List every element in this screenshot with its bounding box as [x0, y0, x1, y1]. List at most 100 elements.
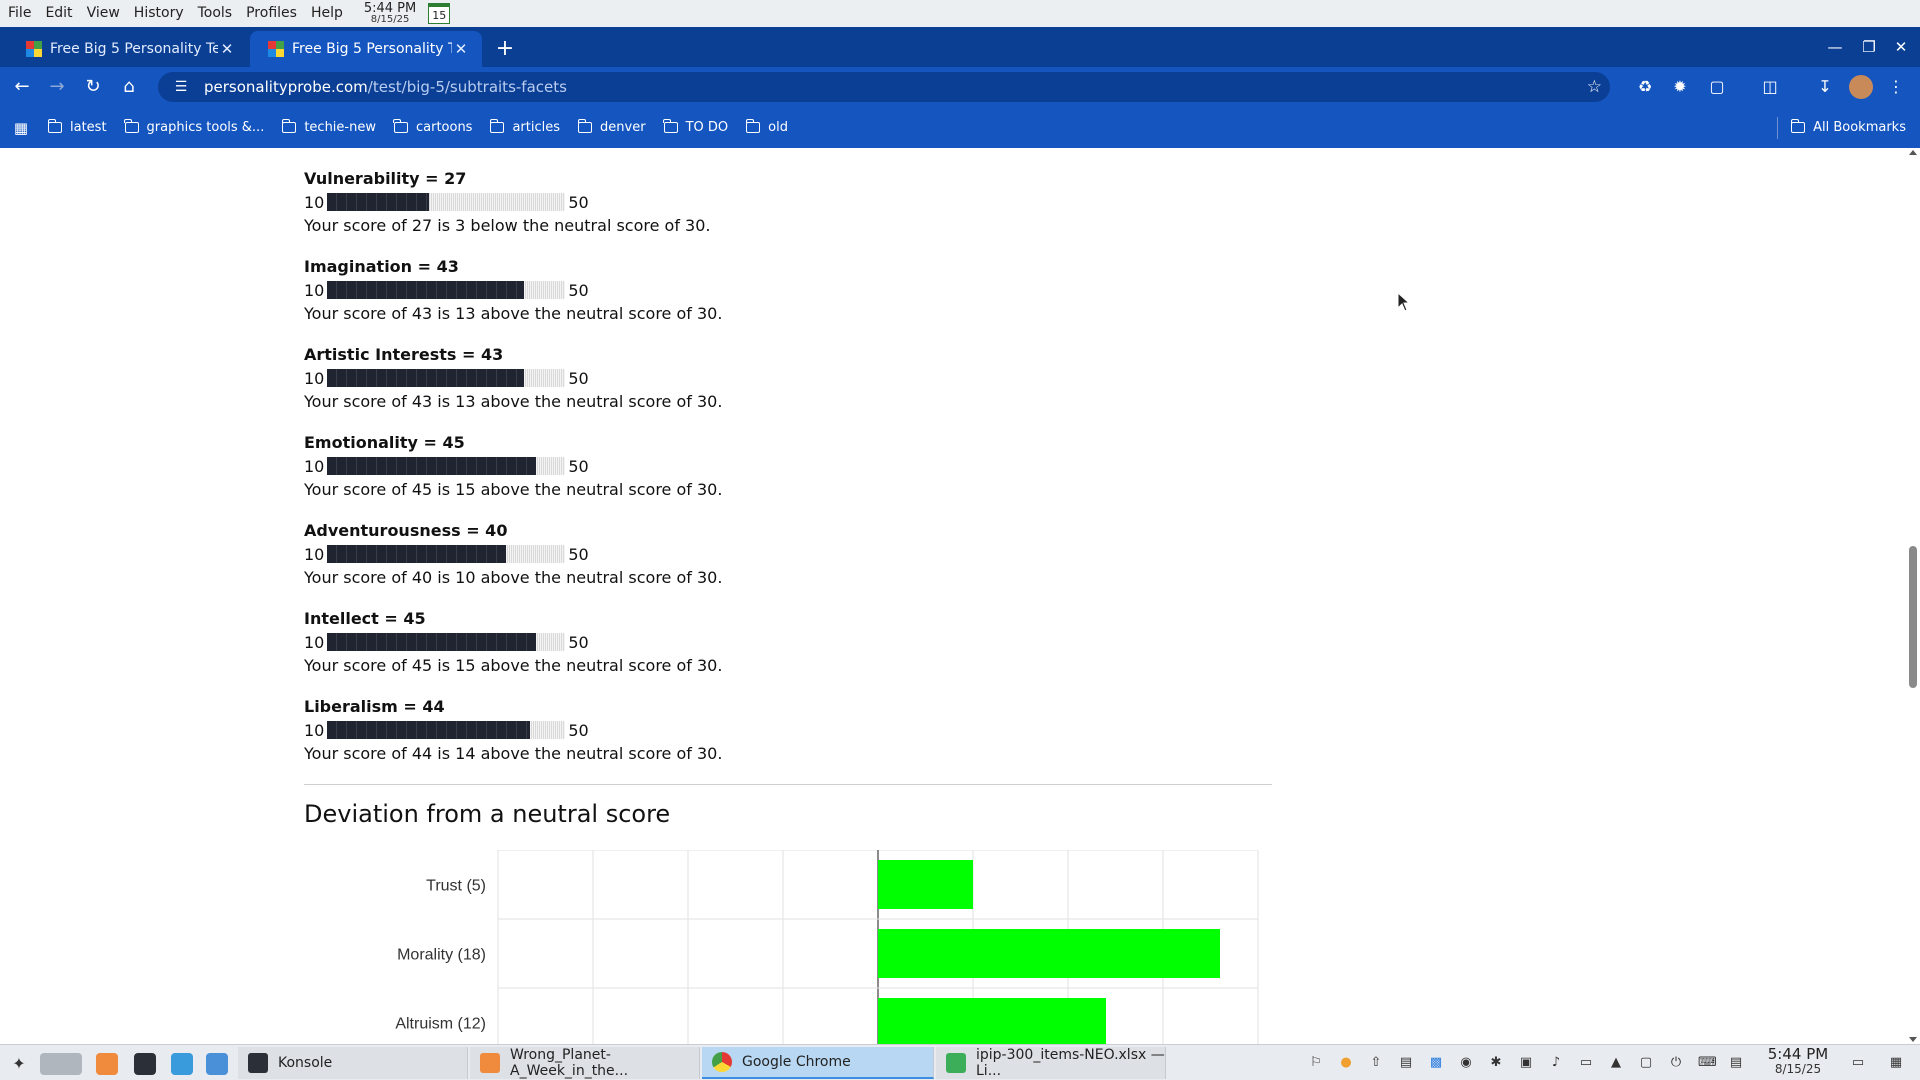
facet-title: Intellect = 45 [304, 609, 426, 628]
power-icon[interactable]: ⏻ [1668, 1055, 1684, 1071]
menu-history[interactable]: History [127, 0, 191, 27]
document-icon [480, 1053, 500, 1073]
bookmark-label: denver [600, 120, 646, 135]
update-icon[interactable]: ⇧ [1368, 1055, 1384, 1071]
app-launcher-icon[interactable]: ✦ [8, 1053, 30, 1075]
score-bar-track [327, 545, 566, 563]
menu-tools[interactable]: Tools [191, 0, 240, 27]
taskbar-clock[interactable]: 5:44 PM 8/15/25 [1760, 1047, 1836, 1077]
network-icon[interactable]: ▤ [1728, 1055, 1744, 1071]
file-manager-icon[interactable] [206, 1053, 228, 1075]
all-bookmarks-button[interactable]: All Bookmarks [1790, 119, 1906, 135]
site-favicon-icon [268, 41, 284, 57]
profile-avatar[interactable] [1849, 75, 1873, 99]
show-desktop-icon[interactable]: ▭ [1850, 1055, 1866, 1071]
clipboard-icon[interactable]: ▤ [1398, 1055, 1414, 1071]
usb-icon[interactable]: ▲ [1608, 1055, 1624, 1071]
display-icon[interactable]: ▢ [1638, 1055, 1654, 1071]
bookmark-folder-articles[interactable]: articles [489, 119, 560, 135]
menu-profiles[interactable]: Profiles [239, 0, 304, 27]
folder-icon [47, 119, 62, 133]
close-window-icon[interactable]: ✕ [1890, 37, 1912, 57]
menu-help[interactable]: Help [304, 0, 350, 27]
bookmark-folder-graphics-tools[interactable]: graphics tools &... [124, 119, 264, 135]
bookmark-folder-cartoons[interactable]: cartoons [393, 119, 472, 135]
bookmark-folder-old[interactable]: old [745, 119, 788, 135]
scroll-thumb[interactable] [1909, 546, 1917, 688]
tab-search-icon[interactable]: ◫ [1758, 75, 1782, 99]
scroll-up-arrow-icon[interactable] [1909, 150, 1917, 155]
calendar-icon[interactable]: 15 [428, 3, 451, 24]
weather-icon[interactable]: ● [1338, 1055, 1354, 1071]
deviation-chart-svg: Trust (5) Morality (18) Altruism (12) [395, 850, 1259, 1044]
mouse-cursor-icon [1397, 292, 1411, 312]
apps-grid-icon[interactable]: ▦ [10, 119, 32, 137]
kebab-menu-icon[interactable]: ⋮ [1884, 75, 1908, 99]
restore-icon[interactable]: ❐ [1858, 37, 1880, 57]
download-icon[interactable]: ↧ [1813, 75, 1837, 99]
facet-description: Your score of 43 is 13 above the neutral… [304, 392, 723, 411]
bookmark-folder-denver[interactable]: denver [577, 119, 646, 135]
chart-bar [878, 998, 1106, 1044]
task-label: Google Chrome [742, 1054, 851, 1070]
bluetooth-icon[interactable]: ✱ [1488, 1055, 1504, 1071]
pager-icon[interactable] [40, 1053, 82, 1075]
extension-recycle-icon[interactable]: ♻ [1633, 75, 1657, 99]
forward-arrow-icon[interactable]: → [45, 75, 69, 99]
menu-view[interactable]: View [80, 0, 127, 27]
bookmark-folder-latest[interactable]: latest [47, 119, 107, 135]
url-text[interactable]: personalityprobe.com/test/big-5/subtrait… [204, 78, 567, 96]
menu-edit[interactable]: Edit [38, 0, 79, 27]
reload-icon[interactable]: ↻ [81, 75, 105, 99]
tray-menu-icon[interactable]: ▦ [1888, 1055, 1904, 1071]
taskbar-clock-date: 8/15/25 [1774, 1062, 1822, 1076]
store-icon[interactable] [171, 1053, 193, 1075]
facet-title: Vulnerability = 27 [304, 169, 467, 188]
notifications-icon[interactable]: ⚐ [1308, 1055, 1324, 1071]
task-google-chrome[interactable]: Google Chrome [702, 1047, 934, 1079]
bookmark-star-icon[interactable]: ☆ [1587, 75, 1602, 99]
chat-icon[interactable]: ▩ [1428, 1055, 1444, 1071]
menubar-clock-date: 8/15/25 [370, 13, 410, 25]
vault-icon[interactable]: ▣ [1518, 1055, 1534, 1071]
close-tab-icon[interactable]: ✕ [452, 40, 470, 58]
bookmark-folder-techie-new[interactable]: techie-new [281, 119, 376, 135]
task-konsole[interactable]: Konsole [238, 1047, 468, 1079]
address-bar[interactable]: ☰ personalityprobe.com/test/big-5/subtra… [158, 72, 1610, 102]
scroll-down-arrow-icon[interactable] [1909, 1037, 1917, 1042]
vertical-scrollbar[interactable] [1906, 148, 1920, 1044]
task-wrong-planet[interactable]: Wrong_Planet-A_Week_in_the... [470, 1047, 700, 1079]
extensions-puzzle-icon[interactable]: ▢ [1705, 75, 1729, 99]
keyboard-icon[interactable]: ⌨ [1698, 1055, 1717, 1071]
battery-icon[interactable]: ▭ [1578, 1055, 1594, 1071]
new-tab-button[interactable]: + [492, 36, 518, 62]
back-arrow-icon[interactable]: ← [10, 75, 34, 99]
facet-description: Your score of 40 is 10 above the neutral… [304, 568, 723, 587]
volume-icon[interactable]: ♪ [1548, 1055, 1564, 1071]
bookmark-folder-todo[interactable]: TO DO [663, 119, 728, 135]
folder-icon [1790, 119, 1806, 133]
menubar-clock[interactable]: 5:44 PM 8/15/25 [364, 2, 416, 25]
close-tab-icon[interactable]: ✕ [218, 40, 236, 58]
tab-strip: Free Big 5 Personality Test - ✕ Free Big… [0, 27, 1920, 67]
score-bar-track [327, 281, 566, 299]
home-icon[interactable]: ⌂ [117, 75, 141, 99]
facet-description: Your score of 43 is 13 above the neutral… [304, 304, 723, 323]
score-bar-fill [327, 193, 429, 211]
tab-inactive[interactable]: Free Big 5 Personality Test - ✕ [8, 31, 248, 67]
tab-title: Free Big 5 Personality Test [292, 41, 452, 57]
facet-score-row: 10 50 [304, 630, 722, 654]
task-spreadsheet[interactable]: ipip-300_items-NEO.xlsx — Li... [936, 1047, 1166, 1079]
tab-active[interactable]: Free Big 5 Personality Test ✕ [250, 31, 482, 67]
document-app-icon[interactable] [96, 1053, 118, 1075]
facet-description: Your score of 45 is 15 above the neutral… [304, 480, 723, 499]
extension-gear-icon[interactable]: ✹ [1668, 75, 1692, 99]
media-stop-icon[interactable]: ◉ [1458, 1055, 1474, 1071]
minimize-icon[interactable]: — [1824, 37, 1846, 57]
score-bar-fill [327, 721, 530, 739]
site-info-icon[interactable]: ☰ [166, 79, 196, 95]
url-path: /test/big-5/subtraits-facets [367, 78, 567, 96]
terminal-icon[interactable] [134, 1053, 156, 1075]
category-label: Trust (5) [426, 878, 486, 895]
menu-file[interactable]: File [0, 0, 38, 27]
